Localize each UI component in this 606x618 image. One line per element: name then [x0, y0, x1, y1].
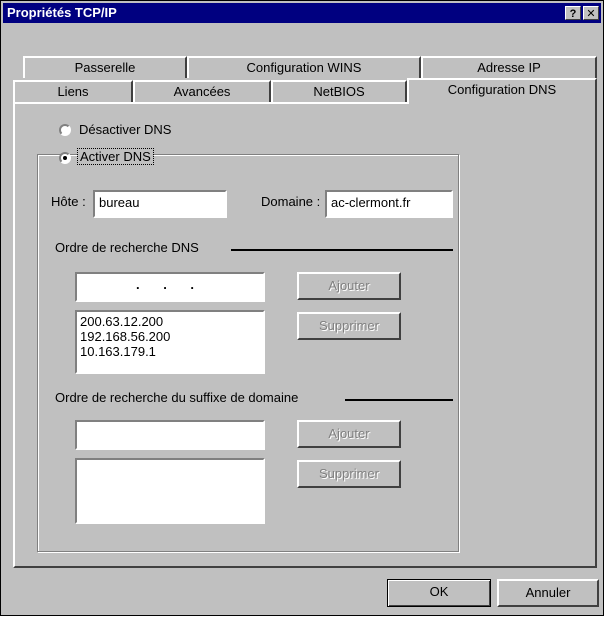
tab-passerelle[interactable]: Passerelle: [23, 56, 187, 78]
dns-config-panel: Désactiver DNS Activer DNS Hôte : bureau…: [13, 102, 597, 568]
separator-line: [345, 399, 453, 401]
add-dns-button[interactable]: Ajouter: [297, 272, 401, 300]
add-suffix-button[interactable]: Ajouter: [297, 420, 401, 448]
enable-dns-label[interactable]: Activer DNS: [77, 148, 154, 165]
list-item[interactable]: 200.63.12.200: [80, 314, 260, 329]
remove-suffix-button[interactable]: Supprimer: [297, 460, 401, 488]
tab-liens[interactable]: Liens: [13, 80, 133, 102]
list-item[interactable]: 192.168.56.200: [80, 329, 260, 344]
enable-dns-radio[interactable]: [59, 152, 71, 164]
tab-configuration-dns[interactable]: Configuration DNS: [407, 78, 597, 104]
close-button[interactable]: ✕: [583, 6, 599, 20]
tab-avancees[interactable]: Avancées: [133, 80, 271, 102]
tcpip-properties-dialog: Propriétés TCP/IP ? ✕ Passerelle Configu…: [0, 0, 604, 616]
remove-dns-button[interactable]: Supprimer: [297, 312, 401, 340]
tab-adresse-ip[interactable]: Adresse IP: [421, 56, 597, 78]
ok-button[interactable]: OK: [387, 579, 491, 607]
list-item[interactable]: 10.163.179.1: [80, 344, 260, 359]
suffix-input[interactable]: [75, 420, 265, 450]
tab-netbios[interactable]: NetBIOS: [271, 80, 407, 102]
dns-ip-input[interactable]: . . .: [75, 272, 265, 302]
suffix-list[interactable]: [75, 458, 265, 524]
suffix-search-order-label: Ordre de recherche du suffixe de domaine: [55, 390, 299, 405]
domain-label: Domaine :: [261, 194, 321, 209]
cancel-button[interactable]: Annuler: [497, 579, 599, 607]
dns-search-order-label: Ordre de recherche DNS: [55, 240, 199, 255]
window-title: Propriétés TCP/IP: [7, 5, 117, 20]
disable-dns-label[interactable]: Désactiver DNS: [79, 122, 171, 137]
dns-server-list[interactable]: 200.63.12.200 192.168.56.200 10.163.179.…: [75, 310, 265, 374]
domain-input[interactable]: ac-clermont.fr: [325, 190, 453, 218]
host-label: Hôte :: [51, 194, 86, 209]
disable-dns-radio[interactable]: [59, 124, 71, 136]
help-button[interactable]: ?: [565, 6, 581, 20]
title-bar: Propriétés TCP/IP ? ✕: [3, 3, 601, 23]
host-input[interactable]: bureau: [93, 190, 227, 218]
tab-configuration-wins[interactable]: Configuration WINS: [187, 56, 421, 78]
separator-line: [231, 249, 453, 251]
